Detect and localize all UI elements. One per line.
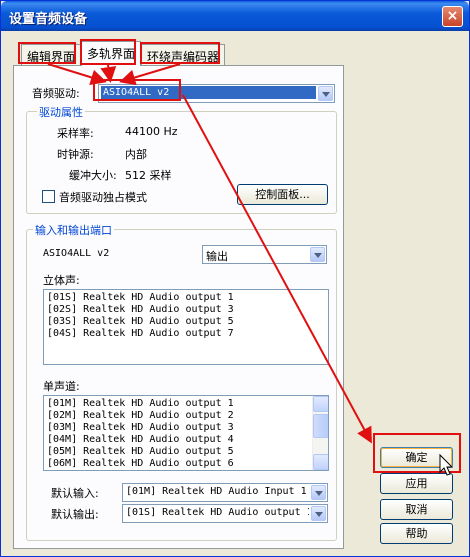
default-output-label: 默认输出: [51,508,99,521]
sample-rate-label: 采样率: [57,127,94,140]
control-panel-button[interactable]: 控制面板... [237,184,328,205]
tab-edit-view[interactable]: 编辑界面 [21,44,82,65]
mono-list-scrollbar[interactable] [312,396,328,470]
buffer-size-value: 512 采样 [125,169,172,182]
port-device-name: ASIO4ALL v2 [43,248,110,259]
scroll-thumb[interactable] [313,414,328,438]
default-output-select[interactable]: [01S] Realtek HD Audio output 1 [122,504,328,523]
driver-select[interactable]: ASIO4ALL v2 [98,84,335,103]
mono-label: 单声道: [43,380,80,393]
list-item[interactable]: [01S] Realtek HD Audio output 1 [47,292,325,304]
stereo-label: 立体声: [43,274,80,287]
list-item[interactable]: [03S] Realtek HD Audio output 5 [47,316,325,328]
chevron-down-icon[interactable] [311,485,326,500]
cancel-button[interactable]: 取消 [380,499,453,520]
title-bar[interactable]: 设置音频设备 × [1,1,469,31]
tab-multitrack-view[interactable]: 多轨界面 [81,41,142,66]
default-input-value: [01M] Realtek HD Audio Input 1 [126,486,307,497]
driver-properties-title: 驱动属性 [37,104,85,120]
default-output-value: [01S] Realtek HD Audio output 1 [126,507,309,518]
list-item[interactable]: [06M] Realtek HD Audio output 6 [47,458,308,470]
default-input-label: 默认输入: [51,487,99,500]
list-item[interactable]: [01M] Realtek HD Audio output 1 [47,398,308,410]
ports-title: 输入和输出端口 [33,222,114,238]
list-item[interactable]: [02M] Realtek HD Audio output 2 [47,410,308,422]
help-button[interactable]: 帮助 [380,523,453,544]
window-title: 设置音频设备 [9,12,88,27]
buffer-size-label: 缓冲大小: [69,169,117,182]
chevron-down-icon[interactable] [310,247,325,262]
list-item[interactable]: [02S] Realtek HD Audio output 3 [47,304,325,316]
stereo-port-list[interactable]: [01S] Realtek HD Audio output 1 [02S] Re… [43,289,329,365]
exclusive-mode-checkbox[interactable] [42,190,55,203]
driver-label: 音频驱动: [32,87,80,100]
port-direction-value: 输出 [206,250,228,263]
default-input-select[interactable]: [01M] Realtek HD Audio Input 1 [122,483,328,502]
scroll-up-icon[interactable] [313,396,328,412]
exclusive-mode-label: 音频驱动独占模式 [59,191,147,204]
ports-group: 输入和输出端口 ASIO4ALL v2 输出 立体声: [01S] Realte… [26,222,337,541]
list-item[interactable]: [04S] Realtek HD Audio output 7 [47,328,325,340]
ok-button[interactable]: 确定 [380,447,453,468]
chevron-down-icon[interactable] [318,86,333,101]
clock-source-label: 时钟源: [57,148,94,161]
chevron-down-icon[interactable] [311,506,326,521]
list-item[interactable]: [05M] Realtek HD Audio output 5 [47,446,308,458]
apply-button[interactable]: 应用 [380,473,453,494]
sample-rate-value: 44100 Hz [125,125,178,138]
clock-source-value: 内部 [125,148,147,161]
scroll-down-icon[interactable] [313,454,328,470]
tab-surround-encoder[interactable]: 环绕声编码器 [141,44,226,65]
close-icon: × [446,8,459,24]
tab-panel: 音频驱动: ASIO4ALL v2 驱动属性 采样率: 44100 Hz 时钟源… [13,65,344,549]
mono-port-list[interactable]: [01M] Realtek HD Audio output 1 [02M] Re… [43,395,329,471]
audio-device-dialog: 设置音频设备 × 编辑界面 多轨界面 环绕声编码器 音频驱动: ASIO4ALL… [0,0,470,557]
port-direction-select[interactable]: 输出 [202,245,327,264]
list-item[interactable]: [03M] Realtek HD Audio output 3 [47,422,308,434]
driver-properties-group: 驱动属性 采样率: 44100 Hz 时钟源: 内部 缓冲大小: 512 采样 … [26,104,337,214]
list-item[interactable]: [04M] Realtek HD Audio output 4 [47,434,308,446]
close-button[interactable]: × [442,6,463,27]
driver-value: ASIO4ALL v2 [101,86,316,99]
